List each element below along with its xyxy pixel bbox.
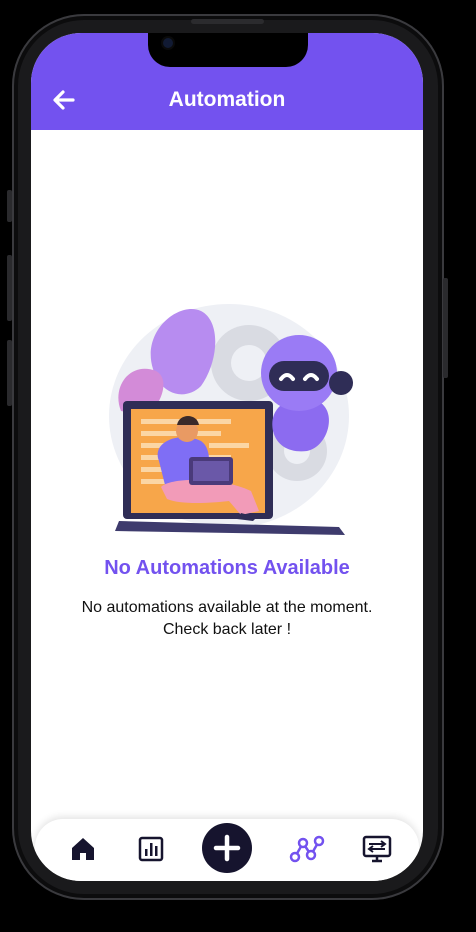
- phone-notch: [148, 33, 308, 67]
- monitor-settings-icon: [362, 835, 392, 863]
- front-camera: [163, 38, 173, 48]
- empty-state-message-line2: Check back later !: [162, 621, 292, 638]
- nav-add-button[interactable]: [202, 823, 252, 873]
- empty-state-message-line1: No automations available at the moment.: [81, 599, 373, 616]
- nodes-icon: [289, 835, 325, 863]
- robot-and-person-with-laptop-illustration: [109, 304, 353, 535]
- empty-state-message: No automations available at the moment. …: [47, 597, 407, 641]
- home-icon: [72, 838, 94, 860]
- nav-home[interactable]: [67, 833, 99, 865]
- nav-devices[interactable]: [361, 833, 393, 865]
- phone-mute-switch: [7, 190, 12, 222]
- page-title: Automation: [168, 88, 286, 111]
- empty-state-title: No Automations Available: [104, 557, 350, 579]
- nav-automation[interactable]: [289, 833, 325, 865]
- bar-chart-icon: [138, 836, 164, 862]
- phone-speaker: [191, 19, 264, 24]
- app-screen: Automation No Automations Available No a…: [31, 33, 423, 881]
- plus-icon: [213, 834, 241, 862]
- nav-reports[interactable]: [135, 833, 167, 865]
- phone-power-button: [443, 278, 448, 378]
- bottom-navigation: [35, 819, 419, 881]
- phone-volume-down: [7, 340, 12, 406]
- phone-volume-up: [7, 255, 12, 321]
